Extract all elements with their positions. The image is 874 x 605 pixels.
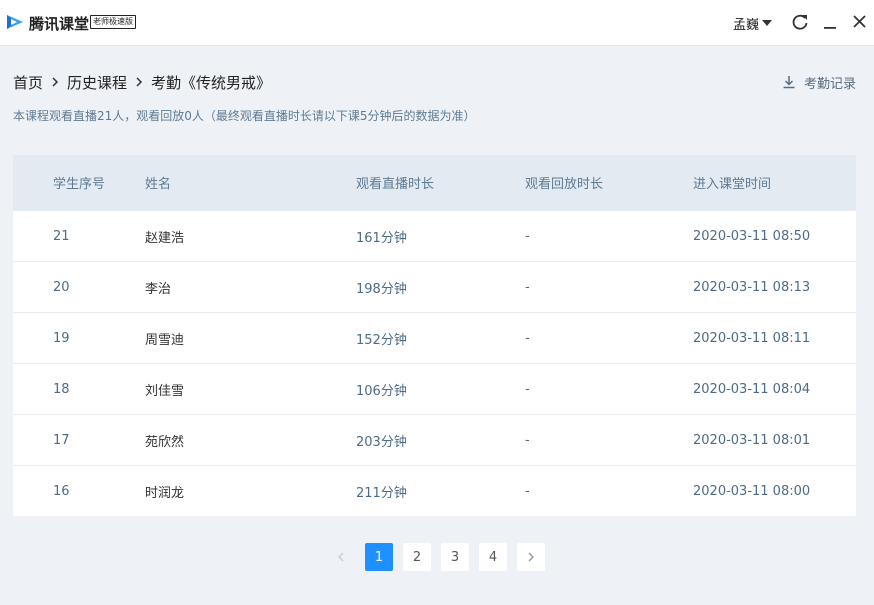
cell-live: 203分钟 <box>356 434 407 450</box>
cell-seq: 18 <box>53 381 70 397</box>
cell-replay: - <box>525 279 530 295</box>
breadcrumb-home[interactable]: 首页 <box>13 72 43 93</box>
cell-live: 161分钟 <box>356 230 407 246</box>
table-row: 17 苑欣然 203分钟 - 2020-03-11 08:01 <box>13 414 856 465</box>
breadcrumb-current: 考勤《传统男戒》 <box>151 73 272 92</box>
refresh-icon[interactable] <box>790 12 810 32</box>
cell-live: 211分钟 <box>356 485 407 501</box>
cell-seq: 21 <box>53 228 70 244</box>
caret-down-icon[interactable] <box>761 18 773 28</box>
chevron-left-icon <box>338 552 344 562</box>
cell-replay: - <box>525 381 530 397</box>
close-icon[interactable] <box>850 12 870 32</box>
cell-name: 赵建浩 <box>145 230 185 246</box>
page-button-2[interactable]: 2 <box>403 543 431 571</box>
cell-time: 2020-03-11 08:04 <box>693 381 811 397</box>
cell-time: 2020-03-11 08:13 <box>693 279 811 295</box>
cell-live: 198分钟 <box>356 281 407 297</box>
prev-page-button[interactable] <box>327 543 355 571</box>
breadcrumb: 首页 历史课程 考勤《传统男戒》 <box>13 72 271 92</box>
user-name[interactable]: 孟巍 <box>733 14 759 33</box>
header-live: 观看直播时长 <box>356 177 435 192</box>
header-seq: 学生序号 <box>53 177 106 192</box>
cell-replay: - <box>525 432 530 448</box>
chevron-right-icon <box>52 77 59 87</box>
next-page-button[interactable] <box>517 543 545 571</box>
edition-badge: 老师极速版 <box>90 15 136 29</box>
cell-time: 2020-03-11 08:11 <box>693 330 811 346</box>
cell-time: 2020-03-11 08:00 <box>693 483 811 499</box>
cell-time: 2020-03-11 08:01 <box>693 432 811 448</box>
title-bar: 腾讯课堂 老师极速版 孟巍 <box>0 0 874 46</box>
download-icon <box>783 76 795 89</box>
header-replay: 观看回放时长 <box>525 177 604 192</box>
cell-live: 106分钟 <box>356 383 407 399</box>
header-name: 姓名 <box>145 177 172 192</box>
attendance-summary: 本课程观看直播21人，观看回放0人（最终观看直播时长请以下课5分钟后的数据为准） <box>13 109 476 123</box>
cell-seq: 19 <box>53 330 70 346</box>
app-name: 腾讯课堂 <box>29 15 90 33</box>
tencent-classroom-logo <box>7 15 23 29</box>
attendance-record-button[interactable]: 考勤记录 <box>782 72 856 92</box>
minimize-icon[interactable] <box>820 12 840 32</box>
page-button-1[interactable]: 1 <box>365 543 393 571</box>
cell-name: 时润龙 <box>145 485 185 501</box>
attendance-record-label: 考勤记录 <box>803 76 856 92</box>
chevron-right-icon <box>528 552 534 562</box>
cell-replay: - <box>525 483 530 499</box>
cell-time: 2020-03-11 08:50 <box>693 228 811 244</box>
table-row: 18 刘佳雪 106分钟 - 2020-03-11 08:04 <box>13 363 856 414</box>
breadcrumb-history[interactable]: 历史课程 <box>67 72 127 93</box>
page-button-3[interactable]: 3 <box>441 543 469 571</box>
cell-name: 苑欣然 <box>145 434 185 450</box>
cell-replay: - <box>525 330 530 346</box>
table-header: 学生序号 姓名 观看直播时长 观看回放时长 进入课堂时间 <box>13 155 856 210</box>
table-row: 16 时润龙 211分钟 - 2020-03-11 08:00 <box>13 465 856 516</box>
cell-name: 周雪迪 <box>145 332 185 348</box>
cell-seq: 17 <box>53 432 70 448</box>
pagination: 1 2 3 4 <box>327 543 555 571</box>
cell-seq: 16 <box>53 483 70 499</box>
cell-name: 李治 <box>145 281 172 297</box>
cell-seq: 20 <box>53 279 70 295</box>
table-row: 20 李治 198分钟 - 2020-03-11 08:13 <box>13 261 856 312</box>
page-button-4[interactable]: 4 <box>479 543 507 571</box>
cell-replay: - <box>525 228 530 244</box>
cell-live: 152分钟 <box>356 332 407 348</box>
header-time: 进入课堂时间 <box>693 177 772 192</box>
table-row: 21 赵建浩 161分钟 - 2020-03-11 08:50 <box>13 210 856 261</box>
cell-name: 刘佳雪 <box>145 383 185 399</box>
chevron-right-icon <box>136 77 143 87</box>
table-row: 19 周雪迪 152分钟 - 2020-03-11 08:11 <box>13 312 856 363</box>
attendance-table: 学生序号 姓名 观看直播时长 观看回放时长 进入课堂时间 21 赵建浩 161分… <box>13 155 856 516</box>
